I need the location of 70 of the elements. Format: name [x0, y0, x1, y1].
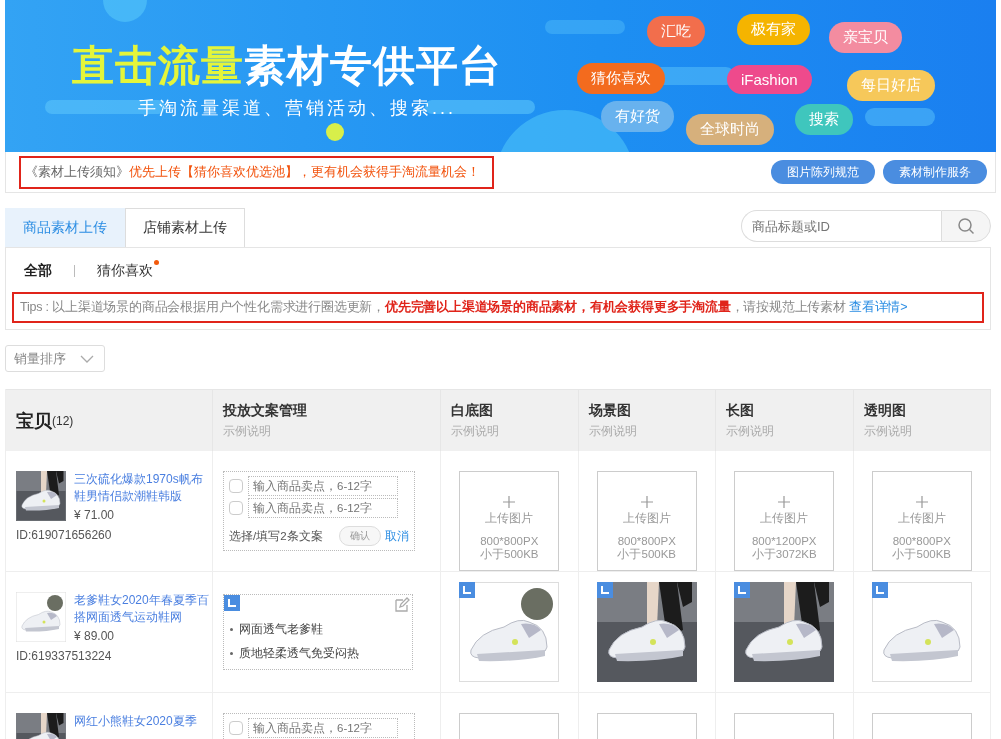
- product-title-link[interactable]: 网红小熊鞋女2020夏季: [74, 713, 210, 730]
- channel-tag: 有好货: [601, 101, 674, 132]
- corner-icon: [871, 582, 888, 598]
- selling-point-input[interactable]: 输入商品卖点，6-12字: [248, 718, 398, 738]
- column-header: 场景图: [588, 402, 632, 420]
- bullet-icon: [230, 628, 233, 632]
- selling-point-text: 网面透气老爹鞋: [239, 623, 323, 635]
- column-header: 长图: [726, 402, 755, 420]
- checkbox[interactable]: [229, 721, 243, 735]
- tab[interactable]: 商品素材上传: [5, 208, 125, 247]
- corner-icon: [459, 582, 476, 598]
- upload-box[interactable]: 上传图片 800*1200PX 小于3072KB: [734, 471, 835, 571]
- column-header: 白底图: [451, 402, 494, 420]
- checkbox[interactable]: [229, 479, 243, 493]
- corner-icon: [734, 582, 751, 598]
- channel-tag: 搜索: [795, 104, 853, 135]
- upload-notice: 《素材上传须知》优先上传【猜你喜欢优选池】，更有机会获得手淘流量机会！: [19, 155, 494, 189]
- example-link[interactable]: 示例说明: [726, 423, 843, 440]
- edit-icon[interactable]: [394, 597, 410, 613]
- product-title-link[interactable]: 老爹鞋女2020年春夏季百搭网面透气运动鞋网: [74, 592, 210, 626]
- product-id: ID:619071656260: [16, 528, 113, 542]
- product-price: ¥ 71.00: [74, 508, 116, 522]
- column-header: 宝贝: [16, 409, 52, 433]
- guide-button[interactable]: 素材制作服务: [883, 160, 987, 184]
- selling-point-text: 质地轻柔透气免受闷热: [239, 647, 359, 659]
- sort-dropdown[interactable]: 销量排序: [5, 345, 105, 372]
- filter-tab[interactable]: 全部: [24, 262, 52, 280]
- chevron-icon: [80, 354, 94, 363]
- product-price: ¥ 89.00: [74, 629, 116, 643]
- selling-point-input[interactable]: 输入商品卖点，6-12字: [248, 498, 398, 518]
- plus-icon: [778, 496, 791, 508]
- tab[interactable]: 店铺素材上传: [125, 208, 245, 247]
- cancel-link[interactable]: 取消: [385, 527, 409, 545]
- search-button[interactable]: [941, 210, 991, 242]
- channel-tag: 汇吃: [647, 16, 705, 47]
- example-link[interactable]: 示例说明: [223, 423, 430, 440]
- product-title-link[interactable]: 三次硫化爆款1970s帆布鞋男情侣款潮鞋韩版: [74, 471, 210, 505]
- corner-icon: [596, 582, 613, 598]
- channel-tag: 每日好店: [847, 70, 935, 101]
- plus-icon: [503, 496, 516, 508]
- search-field[interactable]: 商品标题或ID: [741, 210, 941, 242]
- upload-box[interactable]: 上传图片 800*800PX 小于500KB: [459, 471, 560, 571]
- upload-box[interactable]: 上传图片 800*800PX 小于500KB: [596, 471, 697, 571]
- channel-tag: 极有家: [737, 14, 810, 45]
- search-icon: [957, 217, 975, 235]
- guide-button[interactable]: 图片陈列规范: [771, 160, 875, 184]
- column-header: 透明图: [863, 402, 907, 420]
- channel-tag: 亲宝贝: [829, 22, 902, 53]
- product-id: ID:619337513224: [16, 649, 113, 663]
- example-link[interactable]: 示例说明: [588, 423, 705, 440]
- example-link[interactable]: 示例说明: [863, 423, 980, 440]
- upload-box[interactable]: 上传图片 800*800PX 小于500KB: [871, 471, 972, 571]
- example-link[interactable]: 示例说明: [451, 423, 568, 440]
- corner-icon: [224, 595, 240, 611]
- checkbox[interactable]: [229, 501, 243, 515]
- channel-tag: 全球时尚: [686, 114, 774, 145]
- banner-subtitle: 手淘流量渠道、营销活动、搜索...: [138, 97, 456, 120]
- details-link[interactable]: 查看详情>: [849, 300, 908, 314]
- tips-text: Tips : 以上渠道场景的商品会根据用户个性化需求进行圈选更新，优先完善以上渠道场景的商品素材，有机会获得更多手淘流量，请按规范上传素材 查看详情>: [12, 292, 984, 323]
- item-count: (12): [52, 413, 74, 428]
- bullet-icon: [230, 652, 233, 656]
- channel-tag: 猜你喜欢: [577, 63, 665, 94]
- banner-title: 直击流量素材专供平台: [72, 41, 502, 91]
- column-header: 投放文案管理: [223, 402, 308, 420]
- plus-icon: [640, 496, 653, 508]
- plus-icon: [915, 496, 928, 508]
- copy-hint: 选择/填写2条文案: [229, 528, 323, 544]
- filter-tab[interactable]: 猜你喜欢: [97, 262, 153, 280]
- channel-tag: iFashion: [727, 65, 812, 94]
- selling-point-input[interactable]: 输入商品卖点，6-12字: [248, 476, 398, 496]
